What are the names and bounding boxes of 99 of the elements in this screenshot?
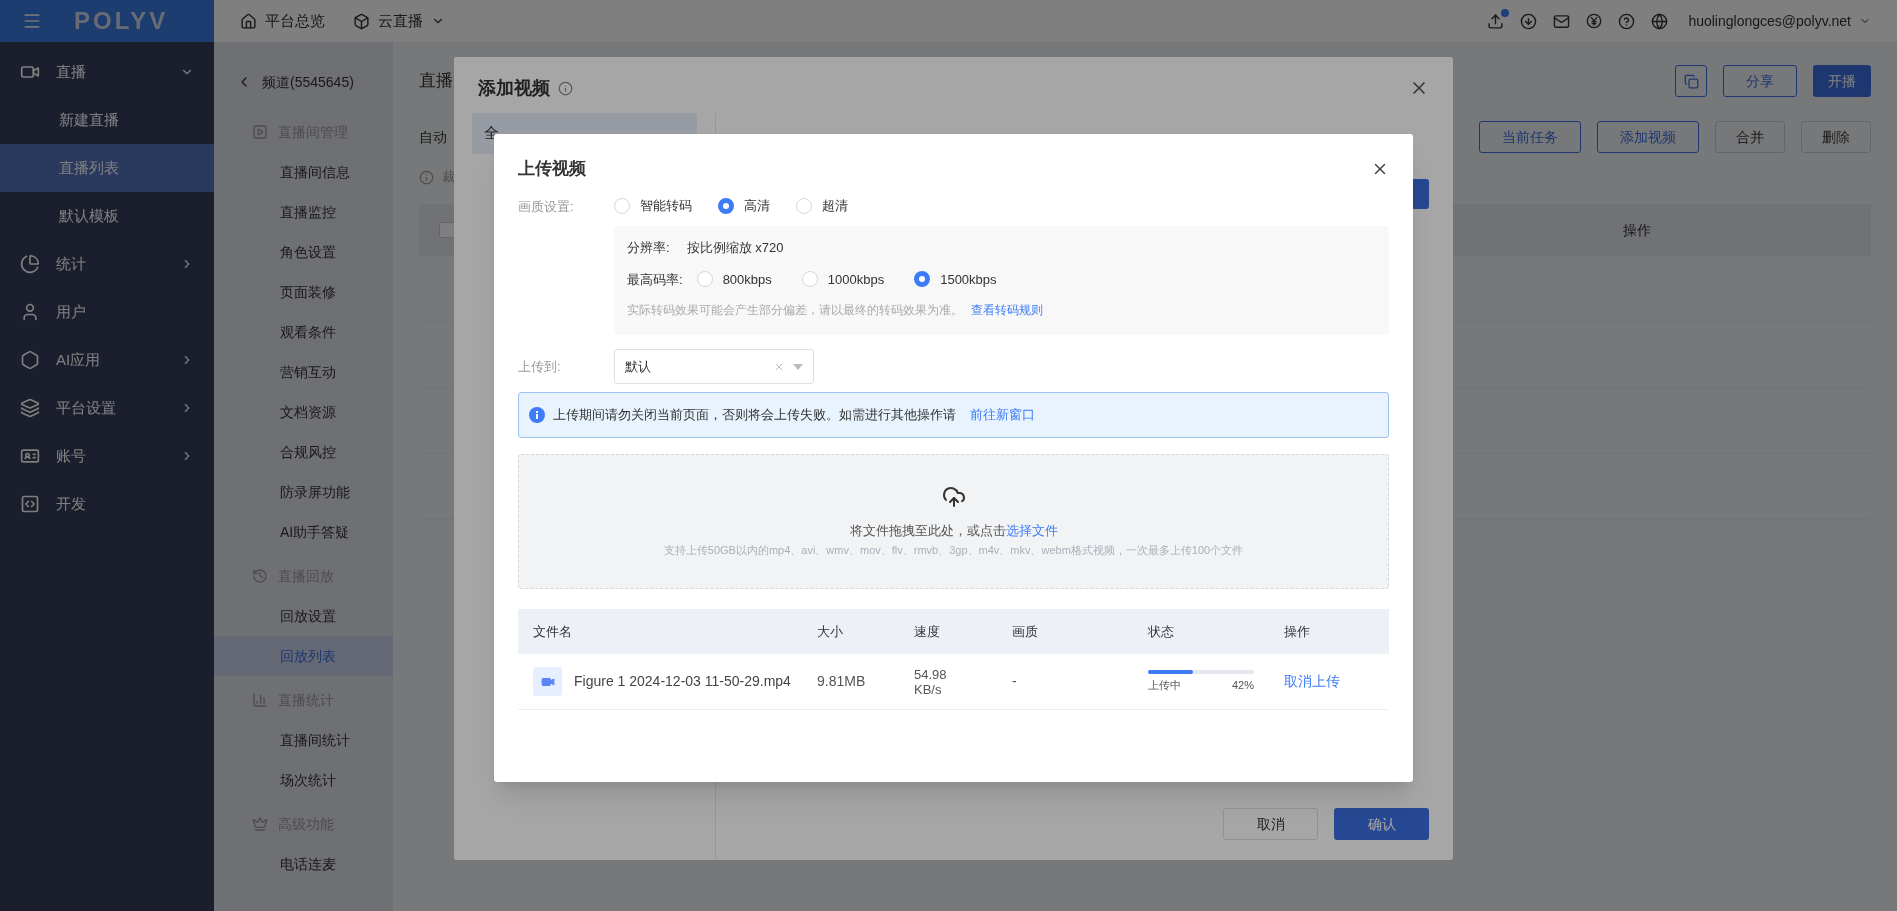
dialog-title: 添加视频 xyxy=(478,76,550,100)
subnav-item[interactable]: 直播间统计 xyxy=(214,720,393,760)
play-screen-icon xyxy=(252,124,268,140)
field-label: 画质设置: xyxy=(518,198,575,216)
sidebar-item[interactable]: 账号 xyxy=(0,432,214,480)
top-nav-link[interactable]: 云直播 xyxy=(353,9,445,33)
video-file-icon xyxy=(533,667,562,696)
user-icon xyxy=(20,302,40,322)
field-label: 最高码率: xyxy=(627,270,683,289)
menu-icon[interactable] xyxy=(22,11,42,31)
pie-chart-icon xyxy=(20,254,40,274)
subnav-item[interactable]: 场次统计 xyxy=(214,760,393,800)
subnav-item[interactable]: 电话连麦 xyxy=(214,844,393,884)
alert-text: 上传期间请勿关闭当前页面，否则将会上传失败。如需进行其他操作请 xyxy=(553,406,956,425)
user-menu[interactable]: huolinglongces@polyv.net xyxy=(1688,10,1871,32)
note-text: 实际转码效果可能会产生部分偏差，请以最终的转码效果为准。 xyxy=(627,302,963,319)
subnav-item[interactable]: 防录屏功能 xyxy=(214,472,393,512)
subnav-item[interactable]: 观看条件 xyxy=(214,312,393,352)
table-cell-text: Figure 1 2024-12-03 11-50-29.mp4 xyxy=(574,672,791,691)
drop-text: 将文件拖拽至此处，或点击 xyxy=(849,521,1006,540)
copy-button[interactable] xyxy=(1675,65,1707,97)
status-text: 上传中 xyxy=(1148,677,1181,693)
sidebar-item[interactable]: AI应用 xyxy=(0,336,214,384)
logo[interactable]: POLYV xyxy=(74,3,169,39)
sidebar-item[interactable]: 统计 xyxy=(0,240,214,288)
column-header: 画质 xyxy=(1012,622,1039,641)
subnav-item[interactable]: 营销互动 xyxy=(214,352,393,392)
radio-option[interactable]: 1000kbps xyxy=(801,269,885,289)
subnav-item[interactable]: 文档资源 xyxy=(214,392,393,432)
share-button[interactable]: 分享 xyxy=(1723,65,1797,97)
toolbar-label: 自动 xyxy=(419,127,447,147)
history-icon xyxy=(252,568,268,584)
cancel-upload-link[interactable]: 取消上传 xyxy=(1284,671,1340,692)
column-header: 操作 xyxy=(1623,220,1651,240)
check-badge xyxy=(1501,8,1510,17)
subnav-item[interactable]: 直播监控 xyxy=(214,192,393,232)
choose-file-link[interactable]: 选择文件 xyxy=(1005,520,1058,540)
home-icon xyxy=(240,12,257,30)
top-nav-link[interactable]: 平台总览 xyxy=(240,9,325,33)
copy-icon xyxy=(1683,73,1699,89)
subnav-item[interactable]: 回放设置 xyxy=(214,596,393,636)
sidebar-item[interactable]: 平台设置 xyxy=(0,384,214,432)
mail-icon[interactable] xyxy=(1553,12,1571,30)
subnav-item[interactable]: 合规风控 xyxy=(214,432,393,472)
radio-option[interactable]: 高清 xyxy=(718,196,770,216)
yen-icon[interactable] xyxy=(1586,13,1603,29)
dialog-title: 上传视频 xyxy=(518,158,586,181)
progress-percent: 42% xyxy=(1231,677,1254,693)
column-header: 文件名 xyxy=(533,622,573,641)
bar-chart-icon xyxy=(252,692,268,708)
rules-link[interactable]: 查看转码规则 xyxy=(971,301,1043,319)
action-button[interactable]: 当前任务 xyxy=(1479,121,1581,153)
new-window-link[interactable]: 前往新窗口 xyxy=(970,405,1035,425)
sidebar-item[interactable]: 用户 xyxy=(0,288,214,336)
start-button[interactable]: 开播 xyxy=(1813,65,1871,97)
info-icon xyxy=(529,407,545,423)
checkbox[interactable] xyxy=(439,222,455,238)
radio-option[interactable]: 1500kbps xyxy=(914,269,997,289)
sidebar-subitem[interactable]: 新建直播 xyxy=(0,96,214,144)
subnav-item[interactable]: AI助手答疑 xyxy=(214,512,393,552)
subnav-item[interactable]: 回放列表 xyxy=(214,636,393,676)
sidebar-subitem[interactable]: 默认模板 xyxy=(0,192,214,240)
radio-option[interactable]: 800kbps xyxy=(696,269,772,289)
cancel-button[interactable]: 取消 xyxy=(1223,808,1318,840)
info-icon xyxy=(419,169,434,185)
cloud-upload-icon xyxy=(941,484,966,509)
confirm-button[interactable]: 确认 xyxy=(1334,808,1429,840)
sidebar-item[interactable]: 开发 xyxy=(0,480,214,528)
radio-option[interactable]: 智能转码 xyxy=(614,196,692,216)
column-header: 速度 xyxy=(914,622,941,641)
table-cell-text: 9.81MB xyxy=(817,672,867,691)
sidebar-subitem[interactable]: 直播列表 xyxy=(0,144,214,192)
id-card-icon xyxy=(20,446,40,466)
field-label: 上传到: xyxy=(518,357,562,376)
resolution-value: 按比例缩放 x720 xyxy=(686,239,784,257)
subnav-item[interactable]: 页面装修 xyxy=(214,272,393,312)
sidebar-item[interactable]: 直播 xyxy=(0,48,214,96)
page-title: 直播 xyxy=(419,70,453,93)
globe-icon[interactable] xyxy=(1651,12,1669,30)
upload-icon[interactable] xyxy=(1487,12,1505,30)
download-icon[interactable] xyxy=(1520,12,1538,30)
action-button[interactable]: 添加视频 xyxy=(1597,121,1699,153)
subnav-item[interactable]: 直播间信息 xyxy=(214,152,393,192)
column-header: 大小 xyxy=(817,622,844,641)
subnav-item[interactable]: 角色设置 xyxy=(214,232,393,272)
info-icon xyxy=(558,80,573,96)
column-header: 操作 xyxy=(1284,622,1311,641)
code-icon xyxy=(20,494,40,514)
hexagon-icon xyxy=(20,350,40,370)
layers-icon xyxy=(20,398,40,418)
radio-option[interactable]: 超清 xyxy=(796,196,848,216)
cube-icon xyxy=(353,12,370,30)
field-label: 分辨率: xyxy=(627,239,670,257)
column-header: 状态 xyxy=(1148,622,1175,641)
help-icon[interactable] xyxy=(1618,12,1636,30)
table-cell-text: - xyxy=(1012,672,1018,691)
crown-icon xyxy=(252,816,268,832)
table-cell-text: 54.98 KB/s xyxy=(914,666,948,697)
back-link[interactable]: 频道(5545645) xyxy=(214,64,393,100)
